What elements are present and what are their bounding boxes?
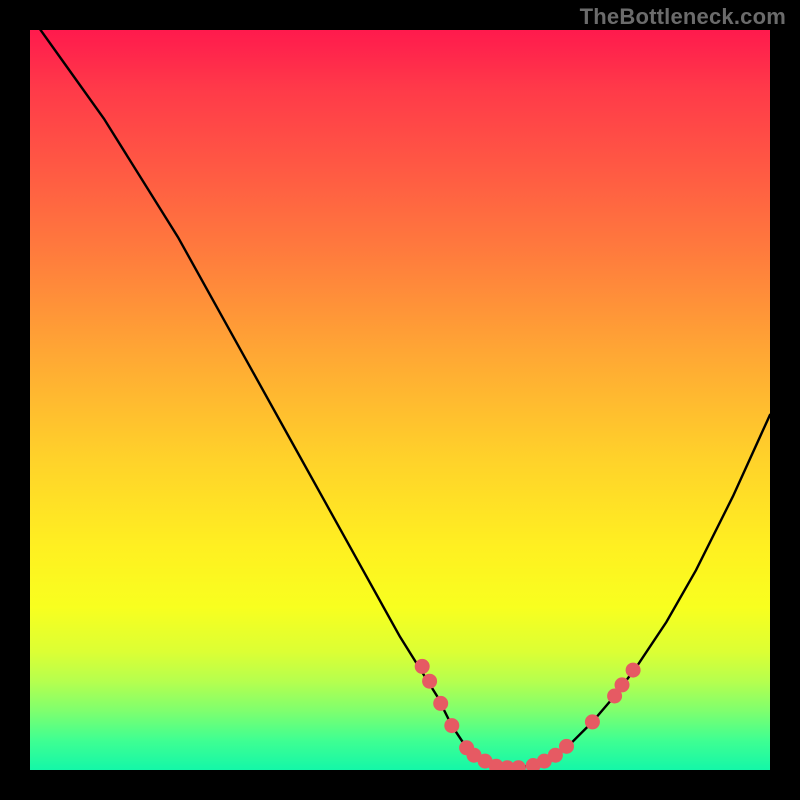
- marker-dot: [444, 718, 459, 733]
- marker-dot: [422, 674, 437, 689]
- plot-area: [30, 30, 770, 770]
- bottleneck-curve: [30, 30, 770, 769]
- marker-dot: [415, 659, 430, 674]
- marker-dot: [559, 739, 574, 754]
- marker-dot: [433, 696, 448, 711]
- marker-dot: [585, 714, 600, 729]
- chart-frame: TheBottleneck.com: [0, 0, 800, 800]
- highlight-dots: [415, 659, 641, 770]
- watermark-text: TheBottleneck.com: [580, 4, 786, 30]
- marker-dot: [615, 677, 630, 692]
- curve-layer: [30, 30, 770, 770]
- marker-dot: [511, 760, 526, 770]
- marker-dot: [626, 663, 641, 678]
